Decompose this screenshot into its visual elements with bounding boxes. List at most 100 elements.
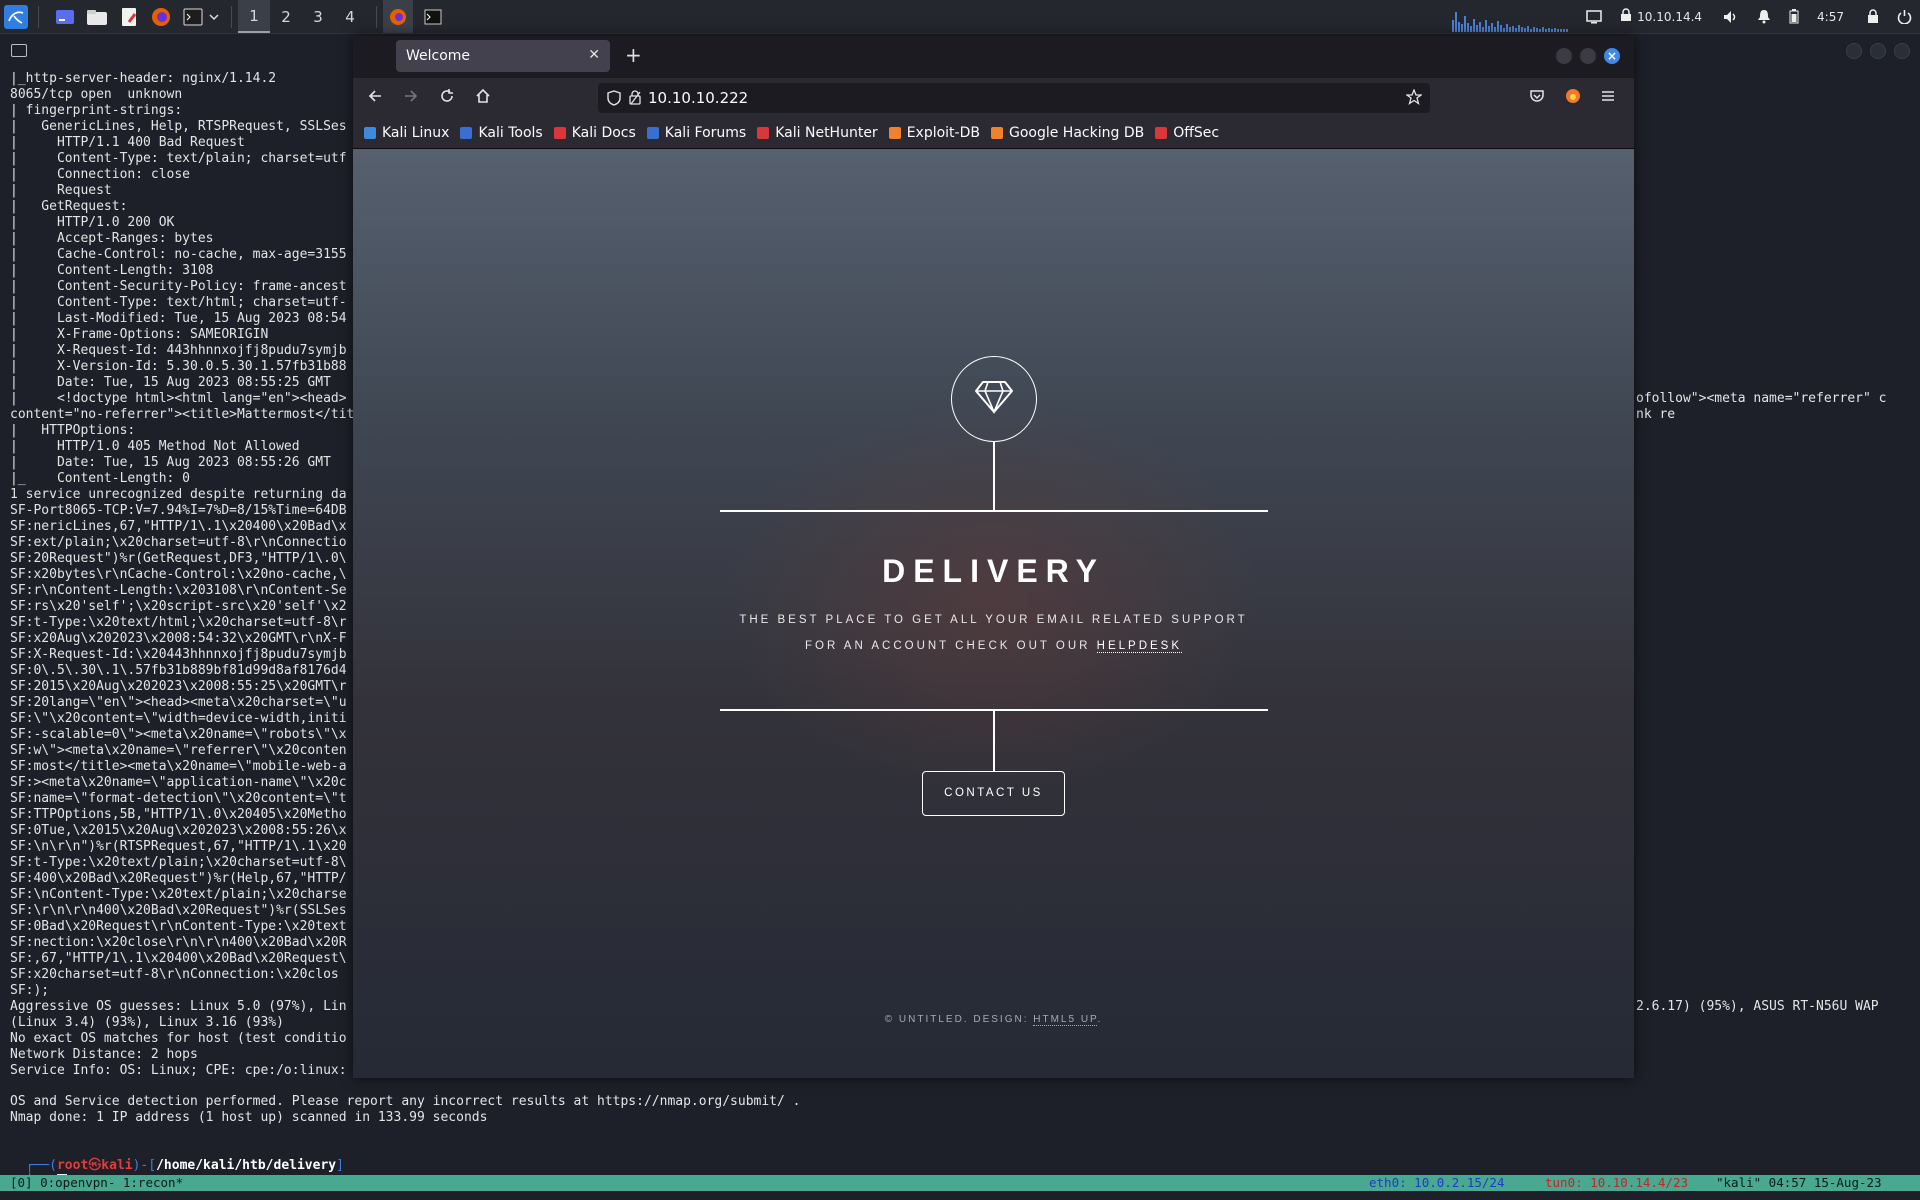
firefox-window-icon[interactable]	[383, 0, 413, 33]
footer: © UNTITLED. DESIGN: HTML5 UP.	[353, 1014, 1634, 1026]
bookmark-item[interactable]: Kali Docs	[553, 125, 636, 141]
maximize-button[interactable]	[1580, 48, 1596, 64]
show-desktop-icon[interactable]	[53, 5, 77, 29]
text-editor-icon[interactable]	[117, 5, 141, 29]
bookmark-favicon-icon	[757, 127, 770, 139]
reload-icon[interactable]	[439, 88, 455, 109]
terminal-line: SF:X-Request-Id:\x20443hhnnxojfj8pudu7sy…	[10, 647, 347, 662]
terminal-line: SF:t-Type:\x20text/html;\x20charset=utf-…	[10, 615, 347, 630]
minimize-button[interactable]	[1556, 48, 1572, 64]
terminal-line: SF:20Request")%r(GetRequest,DF3,"HTTP/1\…	[10, 551, 347, 566]
tun0-label: tun0:	[1545, 1175, 1583, 1190]
workspace-4[interactable]: 4	[334, 0, 366, 33]
terminal-line: No exact OS matches for host (test condi…	[10, 1031, 347, 1046]
lock-icon[interactable]	[629, 90, 641, 109]
contact-us-button[interactable]: CONTACT US	[922, 771, 1065, 816]
workspace-2[interactable]: 2	[270, 0, 302, 33]
bookmark-favicon-icon	[990, 127, 1003, 139]
bookmark-item[interactable]: Kali NetHunter	[757, 125, 878, 141]
bookmark-star-icon[interactable]	[1405, 88, 1423, 109]
bookmark-label: Exploit-DB	[906, 125, 980, 141]
bookmark-label: Kali Forums	[664, 125, 747, 141]
bookmark-item[interactable]: Google Hacking DB	[990, 125, 1144, 141]
terminal-line: ofollow"><meta name="referrer" c	[1636, 391, 1887, 406]
bookmarks-toolbar: Kali Linux Kali Tools Kali Docs Kali Forums…	[353, 118, 1634, 149]
taskbar: 1 2 3 4 10.10.14.4 4:57	[0, 0, 1920, 34]
bookmark-item[interactable]: OffSec	[1155, 125, 1219, 141]
bookmark-item[interactable]: Kali Forums	[646, 125, 747, 141]
lock-screen-icon[interactable]	[1867, 9, 1879, 24]
terminal-line: nk re	[1636, 407, 1676, 422]
terminal-line: 8065/tcp open unknown	[10, 87, 183, 102]
terminal-line: | X-Request-Id: 443hhnnxojfj8pudu7symjb	[10, 343, 347, 358]
notifications-icon[interactable]	[1757, 9, 1771, 24]
terminal-line: 1 service unrecognized despite returning…	[10, 487, 347, 502]
terminal-line: | fingerprint-strings:	[10, 103, 183, 118]
display-icon[interactable]	[1586, 9, 1602, 24]
tab-welcome[interactable]: Welcome ✕	[396, 40, 610, 72]
html5up-link[interactable]: HTML5 UP	[1033, 1014, 1098, 1026]
forward-icon[interactable]	[403, 88, 419, 109]
terminal-maximize-button[interactable]	[1870, 43, 1886, 59]
kali-menu-icon[interactable]	[4, 4, 28, 29]
terminal-line: | Date: Tue, 15 Aug 2023 08:55:25 GMT	[10, 375, 331, 390]
menu-icon[interactable]	[1600, 88, 1616, 109]
footer-text: © UNTITLED. DESIGN:	[884, 1014, 1034, 1025]
bookmark-label: Kali Tools	[478, 125, 543, 141]
clock[interactable]: 4:57	[1817, 10, 1844, 24]
chevron-down-icon[interactable]	[207, 5, 221, 29]
tagline-2: FOR AN ACCOUNT CHECK OUT OUR HELPDESK	[353, 640, 1634, 653]
terminal-line: SF:0Tue,\x2015\x20Aug\x202023\x2008:55:2…	[10, 823, 347, 838]
terminal-line: | Request	[10, 183, 112, 198]
pocket-icon[interactable]	[1529, 88, 1545, 109]
workspace-3[interactable]: 3	[302, 0, 334, 33]
bookmark-item[interactable]: Kali Tools	[460, 125, 543, 141]
vpn-status[interactable]: 10.10.14.4	[1620, 8, 1702, 25]
terminal-line: | GetRequest:	[10, 199, 128, 214]
vpn-ip: 10.10.14.4	[1637, 9, 1703, 24]
terminal-line: SF:nection:\x20close\r\n\r\n400\x20Bad\x…	[10, 935, 347, 950]
extension-icon[interactable]	[1565, 88, 1581, 109]
home-icon[interactable]	[475, 88, 491, 109]
terminal-line: SF:TTPOptions,5B,"HTTP/1\.0\x20405\x20Me…	[10, 807, 347, 822]
divider-vertical-top	[993, 442, 995, 510]
terminal-line: | Accept-Ranges: bytes	[10, 231, 214, 246]
bookmark-item[interactable]: Exploit-DB	[888, 125, 980, 141]
battery-icon[interactable]	[1789, 9, 1799, 24]
terminal-close-button[interactable]	[1894, 43, 1910, 59]
terminal-line: SF:x20bytes\r\nCache-Control:\x20no-cach…	[10, 567, 347, 582]
close-tab-icon[interactable]: ✕	[588, 47, 600, 63]
terminal-line: Aggressive OS guesses: Linux 5.0 (97%), …	[10, 999, 347, 1014]
terminal-minimize-button[interactable]	[1846, 43, 1862, 59]
url-bar[interactable]: 10.10.10.222	[598, 83, 1430, 113]
back-icon[interactable]	[367, 88, 383, 109]
helpdesk-link[interactable]: HELPDESK	[1096, 640, 1183, 653]
firefox-window: Welcome ✕ + × 10.10.10.222 Kali Linux Ka…	[353, 36, 1634, 1078]
taskbar-separator	[231, 5, 232, 28]
terminal-line: SF:><meta\x20name=\"application-name\"\x…	[10, 775, 347, 790]
bookmark-label: Kali Docs	[571, 125, 636, 141]
terminal-line: | HTTP/1.0 405 Method Not Allowed	[10, 439, 300, 454]
shield-icon[interactable]	[607, 90, 621, 110]
file-manager-icon[interactable]	[85, 5, 109, 29]
terminal-window-icon[interactable]	[421, 5, 445, 29]
terminal-line: (Linux 3.4) (93%), Linux 3.16 (93%)	[10, 1015, 284, 1030]
terminal-line: SF:x20charset=utf-8\r\nConnection:\x20cl…	[10, 967, 339, 982]
close-window-button[interactable]: ×	[1604, 48, 1620, 64]
terminal-launcher-icon[interactable]	[181, 5, 205, 29]
terminal-line: Network Distance: 2 hops	[10, 1047, 198, 1062]
firefox-icon[interactable]	[149, 5, 173, 29]
terminal-line: OS and Service detection performed. Plea…	[10, 1094, 801, 1109]
bookmark-favicon-icon	[460, 127, 473, 139]
prompt-path: /home/kali/htb/delivery	[156, 1158, 337, 1173]
tagline-1: THE BEST PLACE TO GET ALL YOUR EMAIL REL…	[739, 614, 1248, 626]
power-icon[interactable]	[1897, 9, 1912, 24]
workspace-1[interactable]: 1	[238, 0, 270, 33]
volume-icon[interactable]	[1723, 10, 1739, 24]
tmux-windows[interactable]: [0] 0:openvpn- 1:recon*	[10, 1175, 183, 1191]
new-tab-button[interactable]: +	[625, 43, 642, 67]
system-tray: 10.10.14.4 4:57	[1577, 0, 1920, 33]
tmux-status-bar: [0] 0:openvpn- 1:recon* eth0: 10.0.2.15/…	[0, 1175, 1920, 1191]
terminal-line: SF:0Bad\x20Request\r\nContent-Type:\x20t…	[10, 919, 347, 934]
bookmark-item[interactable]: Kali Linux	[364, 125, 449, 141]
